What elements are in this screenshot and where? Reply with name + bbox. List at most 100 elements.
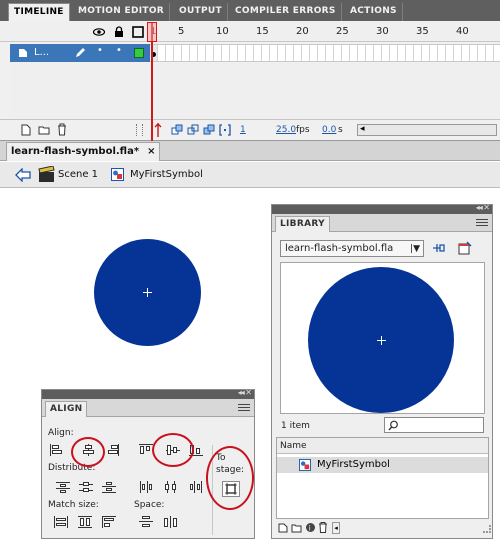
layer-icon [19, 49, 27, 57]
pin-library-icon[interactable] [432, 242, 446, 255]
library-tab-row: LIBRARY [272, 214, 492, 232]
distribute-bottom-button[interactable] [102, 481, 116, 493]
registration-point-icon [377, 336, 386, 345]
resize-handle[interactable] [136, 124, 143, 136]
align-panel: ◂◂ ✕ ALIGN Align: Distribute: Match size… [41, 388, 255, 539]
distribute-left-button[interactable] [139, 481, 153, 493]
frames-row[interactable] [150, 44, 500, 62]
onion-outline-icon[interactable] [187, 124, 199, 136]
new-library-panel-icon[interactable] [458, 241, 472, 255]
resize-grip-icon[interactable] [483, 525, 491, 533]
lock-icon[interactable] [113, 26, 125, 38]
trash-icon[interactable] [318, 522, 328, 533]
properties-icon[interactable]: i [305, 522, 316, 533]
tab-motion-editor[interactable]: MOTION EDITOR [73, 3, 170, 21]
document-tab-bar: learn-flash-symbol.fla* × [0, 141, 500, 161]
library-column-header[interactable]: Name [277, 438, 488, 454]
library-search-input[interactable] [384, 417, 484, 433]
new-layer-icon[interactable] [20, 124, 32, 136]
new-symbol-icon[interactable] [278, 523, 288, 533]
tab-output[interactable]: OUTPUT [174, 3, 228, 21]
new-folder-icon[interactable] [38, 124, 50, 136]
frame-area [150, 63, 500, 118]
align-left-edge-button[interactable] [50, 444, 64, 456]
outline-icon[interactable] [132, 26, 144, 38]
collapse-arrows-icon: ◂◂ ✕ [237, 388, 252, 397]
library-document-select-value: learn-flash-symbol.fla [285, 243, 394, 254]
library-document-select[interactable]: learn-flash-symbol.fla |▼ [280, 240, 424, 257]
frame-number: 20 [296, 26, 309, 37]
frame-number: 10 [216, 26, 229, 37]
match-height-button[interactable] [78, 516, 92, 528]
distribute-top-button[interactable] [56, 481, 70, 493]
fps-value[interactable]: 25.0 [276, 125, 296, 135]
back-arrow-icon[interactable] [15, 168, 31, 182]
align-top-edge-button[interactable] [139, 444, 153, 456]
pencil-icon [76, 48, 85, 57]
match-width-button[interactable] [54, 516, 68, 528]
modify-onion-markers-icon[interactable] [219, 124, 231, 136]
tab-timeline[interactable]: TIMELINE [8, 3, 70, 21]
library-item-row[interactable]: MyFirstSymbol [277, 457, 488, 473]
trash-icon[interactable] [56, 123, 68, 136]
tab-align[interactable]: ALIGN [45, 401, 88, 417]
symbol-instance-circle[interactable] [94, 239, 201, 346]
timeline-panel: TIMELINE MOTION EDITOR OUTPUT COMPILER E… [0, 0, 500, 141]
breadcrumb-scene[interactable]: Scene 1 [58, 169, 98, 180]
library-bottom-toolbar: i ◂ [276, 521, 489, 535]
tab-library[interactable]: LIBRARY [275, 216, 330, 232]
highlight-ring [206, 446, 254, 510]
tab-compiler-errors[interactable]: COMPILER ERRORS [230, 3, 342, 21]
timeline-horizontal-scrollbar[interactable]: ◂ [357, 124, 497, 136]
close-icon[interactable]: × [147, 146, 155, 157]
layer-row[interactable]: L... • • [10, 44, 150, 62]
distribute-horizontal-center-button[interactable] [164, 481, 178, 493]
panel-menu-icon[interactable] [238, 404, 250, 413]
align-right-edge-button[interactable] [106, 444, 120, 456]
breadcrumb-symbol[interactable]: MyFirstSymbol [130, 169, 203, 180]
library-item-name: MyFirstSymbol [317, 459, 390, 470]
tab-actions[interactable]: ACTIONS [345, 3, 403, 21]
panel-menu-icon[interactable] [476, 219, 488, 228]
chevron-down-icon: |▼ [410, 244, 420, 254]
center-frame-icon[interactable] [154, 123, 162, 137]
playhead-handle[interactable] [147, 22, 157, 42]
library-item-list: Name MyFirstSymbol [276, 437, 489, 519]
movieclip-symbol-icon [111, 168, 124, 181]
match-width-and-height-button[interactable] [102, 516, 116, 528]
library-title-strip[interactable]: ◂◂ ✕ [272, 203, 492, 214]
scene-clapper-icon [38, 166, 55, 182]
collapse-arrows-icon: ◂◂ ✕ [475, 203, 490, 212]
distribute-vertical-center-button[interactable] [79, 481, 93, 493]
onion-skin-icon[interactable] [171, 124, 183, 136]
layer-list-area [10, 63, 150, 118]
frame-number: 15 [256, 26, 269, 37]
library-panel: ◂◂ ✕ LIBRARY learn-flash-symbol.fla |▼ 1… [271, 203, 493, 539]
document-tab[interactable]: learn-flash-symbol.fla* × [6, 142, 161, 161]
visibility-dot[interactable]: • [97, 45, 103, 56]
scroll-left-icon[interactable]: ◂ [360, 124, 365, 134]
preview-circle [308, 267, 454, 413]
current-frame-value[interactable]: 1 [240, 125, 246, 135]
match-size-label: Match size: [48, 500, 99, 510]
layer-name[interactable]: L... [34, 47, 49, 58]
align-title-strip[interactable]: ◂◂ ✕ [42, 388, 254, 399]
elapsed-time-value: 0.0 [322, 125, 337, 135]
frame-number: 40 [456, 26, 469, 37]
lock-dot[interactable]: • [116, 45, 122, 56]
timeline-tab-bar: TIMELINE MOTION EDITOR OUTPUT COMPILER E… [0, 0, 500, 21]
registration-point-icon [143, 288, 152, 297]
timeline-header: 1 5 10 15 20 25 30 35 40 [0, 22, 500, 42]
new-folder-icon[interactable] [291, 523, 302, 533]
edit-multiple-frames-icon[interactable] [203, 124, 215, 136]
distribute-right-button[interactable] [189, 481, 203, 493]
eye-icon[interactable] [93, 26, 105, 38]
space-evenly-vertically-button[interactable] [139, 516, 153, 528]
space-evenly-horizontally-button[interactable] [164, 516, 178, 528]
scroll-left-icon[interactable]: ◂ [332, 522, 340, 534]
highlight-ring [152, 433, 194, 467]
time-unit: s [338, 125, 343, 135]
outline-color-swatch[interactable] [134, 48, 144, 58]
search-icon [388, 420, 398, 431]
library-preview [280, 262, 485, 414]
